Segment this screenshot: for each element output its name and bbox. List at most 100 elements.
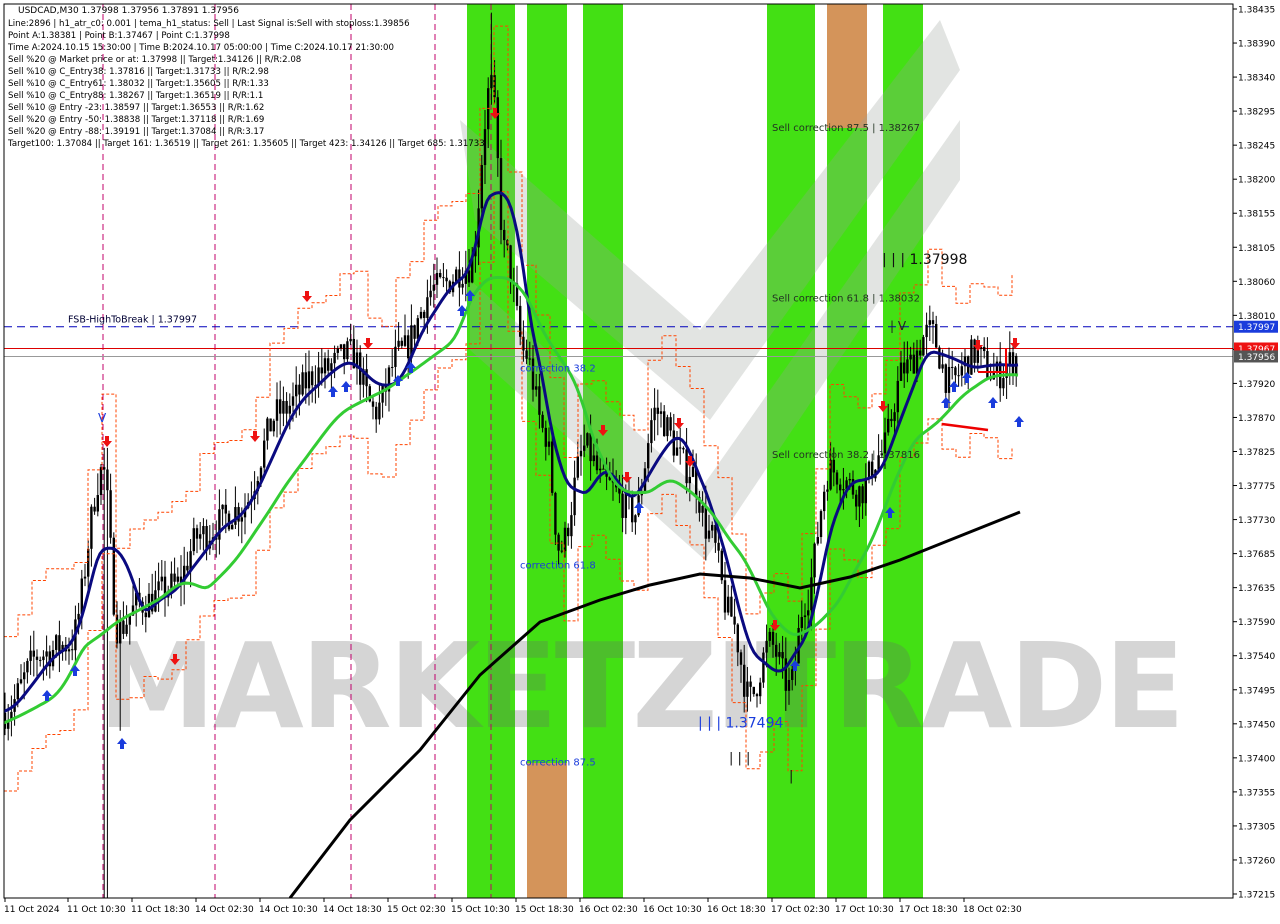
candle-body xyxy=(922,337,925,356)
price-tag-label: 1.37956 xyxy=(1238,353,1275,363)
candle-body xyxy=(157,581,160,591)
candle-body xyxy=(122,620,125,634)
candle-body xyxy=(752,686,755,695)
candle-body xyxy=(39,659,42,661)
correction-label: Sell correction 61.8 | 1.38032 xyxy=(772,293,920,304)
candle-body xyxy=(928,320,931,325)
candle-body xyxy=(842,489,845,491)
candle-body xyxy=(666,417,669,437)
candle-body xyxy=(634,515,637,523)
candle-body xyxy=(432,284,435,291)
correction-label: correction 38.2 xyxy=(520,364,596,375)
candle-body xyxy=(835,472,839,485)
candle-body xyxy=(535,386,538,390)
candle-body xyxy=(330,363,333,371)
candle-body xyxy=(848,479,851,481)
candle-body xyxy=(205,526,208,549)
x-tick-label: 15 Oct 10:30 xyxy=(451,905,510,915)
candle-body xyxy=(589,433,592,462)
candle-body xyxy=(423,311,426,318)
candle-body xyxy=(707,530,711,539)
candle-body xyxy=(586,433,589,446)
candle-body xyxy=(455,269,458,282)
candle-body xyxy=(717,542,720,551)
candle-body xyxy=(445,277,448,282)
watermark-text: MARKETZITRADE xyxy=(98,617,1182,755)
candle-body xyxy=(339,344,343,349)
candle-body xyxy=(733,616,736,625)
candle-body xyxy=(762,652,765,683)
candle-body xyxy=(106,469,109,491)
candle-body xyxy=(266,418,269,441)
x-tick-label: 18 Oct 02:30 xyxy=(963,905,1022,915)
candle-body xyxy=(400,340,403,346)
candle-body xyxy=(503,229,506,241)
candle-body xyxy=(755,694,759,697)
candle-body xyxy=(909,354,912,360)
candle-body xyxy=(544,427,547,447)
candle-body xyxy=(327,358,330,371)
y-tick-label: 1.38245 xyxy=(1238,142,1275,152)
candle-body xyxy=(602,468,605,470)
candle-body xyxy=(947,366,951,393)
candle-body xyxy=(935,323,938,348)
candle-body xyxy=(896,380,899,413)
x-tick-label: 15 Oct 18:30 xyxy=(515,905,574,915)
y-tick-label: 1.37730 xyxy=(1238,516,1275,526)
candle-body xyxy=(413,325,416,339)
candle-body xyxy=(144,612,147,618)
candle-body xyxy=(186,565,189,571)
point-label: | | | 1.37494 xyxy=(698,716,783,732)
candle-body xyxy=(301,372,304,395)
price-chart: MARKETZITRADE FSB-HighToBreak | 1.37997 Se… xyxy=(0,0,1280,920)
candle-body xyxy=(202,526,205,535)
candle-body xyxy=(224,504,227,514)
candle-body xyxy=(765,640,768,653)
candle-body xyxy=(125,624,128,634)
candle-body xyxy=(407,335,410,359)
y-tick-label: 1.38435 xyxy=(1238,6,1275,16)
info-line: Line:2896 | h1_atr_c0: 0.001 | tema_h1_s… xyxy=(8,19,410,29)
info-line: Sell %20 @ Market price or at: 1.37998 |… xyxy=(8,55,301,65)
candle-body xyxy=(42,656,45,661)
correction-label: correction 61.8 xyxy=(520,560,596,571)
candle-body xyxy=(115,614,119,644)
x-tick-label: 15 Oct 02:30 xyxy=(387,905,446,915)
candle-body xyxy=(807,610,810,616)
candle-body xyxy=(336,348,339,353)
candle-body xyxy=(55,635,58,650)
candle-body xyxy=(887,418,890,433)
candle-body xyxy=(915,350,919,374)
y-tick-label: 1.37355 xyxy=(1238,788,1275,798)
candle-body xyxy=(96,495,99,512)
level-label: FSB-HighToBreak | 1.37997 xyxy=(68,315,197,326)
y-tick-label: 1.37920 xyxy=(1238,380,1275,390)
candle-body xyxy=(563,527,567,552)
candle-body xyxy=(960,366,963,376)
chart-container: MARKETZITRADE FSB-HighToBreak | 1.37997 Se… xyxy=(0,0,1280,920)
y-tick-label: 1.37870 xyxy=(1238,414,1275,424)
y-tick-label: 1.38010 xyxy=(1238,312,1275,322)
candle-body xyxy=(736,624,739,653)
candle-body xyxy=(381,385,384,403)
candle-body xyxy=(419,311,423,319)
candle-body xyxy=(631,495,634,523)
candle-body xyxy=(759,682,762,697)
candle-body xyxy=(890,418,893,422)
correction-label: Sell correction 87.5 | 1.38267 xyxy=(772,123,920,134)
price-tag: 1.37956 xyxy=(1234,350,1278,363)
candle-body xyxy=(781,652,784,659)
candle-body xyxy=(490,75,493,89)
x-tick-label: 17 Oct 18:30 xyxy=(899,905,958,915)
candle-body xyxy=(269,418,272,432)
candle-body xyxy=(176,576,179,582)
candle-body xyxy=(35,656,39,660)
y-tick-label: 1.37590 xyxy=(1238,618,1275,628)
candle-body xyxy=(429,290,432,298)
candle-body xyxy=(346,341,349,360)
candle-body xyxy=(45,651,48,657)
candle-body xyxy=(99,467,103,496)
candle-body xyxy=(941,364,944,369)
candle-body xyxy=(957,375,960,377)
correction-label: Sell correction 38.2 | 1.37816 xyxy=(772,450,920,461)
